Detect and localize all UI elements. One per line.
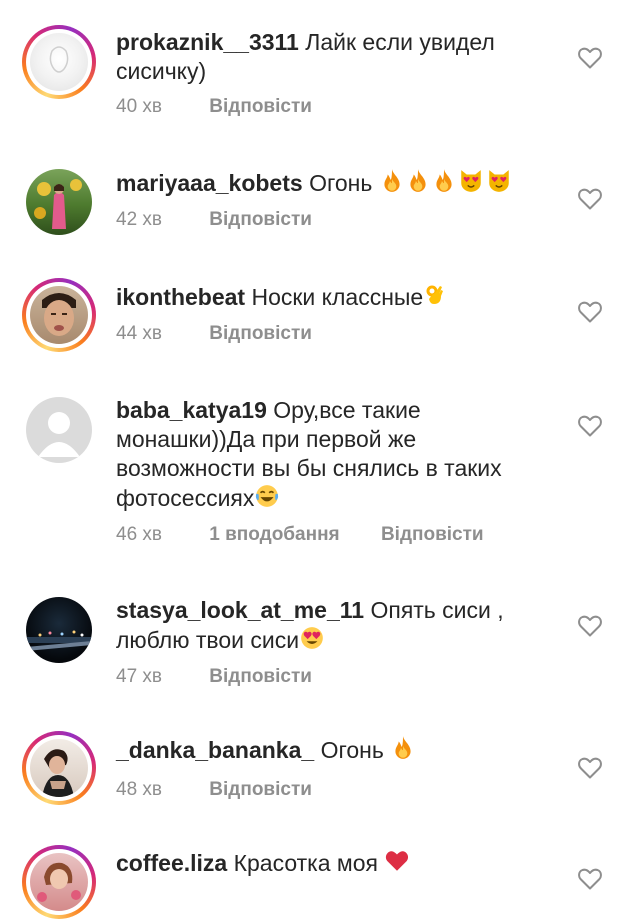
comment-username[interactable]: stasya_look_at_me_11 <box>116 597 364 623</box>
comment-time: 47 хв <box>116 666 163 687</box>
fire-emoji-icon <box>379 168 405 194</box>
avatar[interactable] <box>22 593 96 667</box>
reply-button[interactable]: Відповісти <box>209 779 312 801</box>
reply-button[interactable]: Відповісти <box>209 666 312 688</box>
like-heart-icon[interactable] <box>577 414 603 438</box>
comment-username[interactable]: coffee.liza <box>116 850 227 876</box>
comment-text-block: coffee.liza Красотка моя <box>116 848 556 878</box>
comment-text-block: ikonthebeat Носки классные <box>116 282 556 312</box>
comment-time: 42 хв <box>116 209 163 230</box>
avatar[interactable] <box>22 393 96 467</box>
like-heart-icon[interactable] <box>577 867 603 891</box>
likes-count[interactable]: 1 вподобання <box>209 524 339 546</box>
reply-button[interactable]: Відповісти <box>209 96 312 118</box>
comment-meta: 44 хв Відповісти <box>116 323 312 345</box>
comment-username[interactable]: _danka_bananka_ <box>116 737 314 763</box>
red-heart-emoji-icon <box>384 848 410 874</box>
comment-username[interactable]: baba_katya19 <box>116 397 267 423</box>
comment-time: 48 хв <box>116 779 163 800</box>
fire-emoji-icon <box>431 168 457 194</box>
like-heart-icon[interactable] <box>577 46 603 70</box>
comment-text: Красотка моя <box>233 850 378 876</box>
comment-time: 44 хв <box>116 323 163 344</box>
reply-button[interactable]: Відповісти <box>209 323 312 345</box>
comment-meta: 48 хв Відповісти <box>116 779 312 801</box>
ok-hand-emoji-icon <box>423 282 447 308</box>
avatar[interactable] <box>22 165 96 239</box>
comment-text: Огонь <box>320 737 384 763</box>
comment-meta: 46 хв 1 вподобання Відповісти <box>116 524 484 546</box>
comment-text-block: baba_katya19 Ору,все такие монашки))Да п… <box>116 396 556 513</box>
comment-time: 46 хв <box>116 524 163 545</box>
comment-meta: 42 хв Відповісти <box>116 209 312 231</box>
tears-of-joy-emoji-icon <box>254 483 280 509</box>
heart-eyes-cat-emoji-icon <box>485 168 513 194</box>
fire-emoji-icon <box>390 735 416 761</box>
like-heart-icon[interactable] <box>577 614 603 638</box>
comment-meta: 40 хв Відповісти <box>116 96 312 118</box>
heart-eyes-emoji-icon <box>299 625 325 651</box>
avatar[interactable] <box>22 278 96 352</box>
avatar[interactable] <box>22 845 96 919</box>
comment-username[interactable]: mariyaaa_kobets <box>116 170 303 196</box>
like-heart-icon[interactable] <box>577 187 603 211</box>
like-heart-icon[interactable] <box>577 756 603 780</box>
like-heart-icon[interactable] <box>577 300 603 324</box>
comment-text-block: _danka_bananka_ Огонь <box>116 735 556 765</box>
reply-button[interactable]: Відповісти <box>209 209 312 231</box>
heart-eyes-cat-emoji-icon <box>457 168 485 194</box>
avatar[interactable] <box>22 25 96 99</box>
comment-text: Огонь <box>309 170 373 196</box>
comment-text: Носки классные <box>251 284 424 310</box>
reply-button[interactable]: Відповісти <box>381 524 484 546</box>
avatar[interactable] <box>22 731 96 805</box>
fire-emoji-icon <box>405 168 431 194</box>
comment-username[interactable]: ikonthebeat <box>116 284 245 310</box>
comment-text-block: prokaznik__3311 Лайк если увидел сисичку… <box>116 28 556 86</box>
comment-text-block: stasya_look_at_me_11 Опять сиси , люблю … <box>116 596 556 655</box>
comment-text-block: mariyaaa_kobets Огонь <box>116 168 556 198</box>
comment-username[interactable]: prokaznik__3311 <box>116 29 299 55</box>
comment-meta: 47 хв Відповісти <box>116 666 312 688</box>
comment-time: 40 хв <box>116 96 163 117</box>
